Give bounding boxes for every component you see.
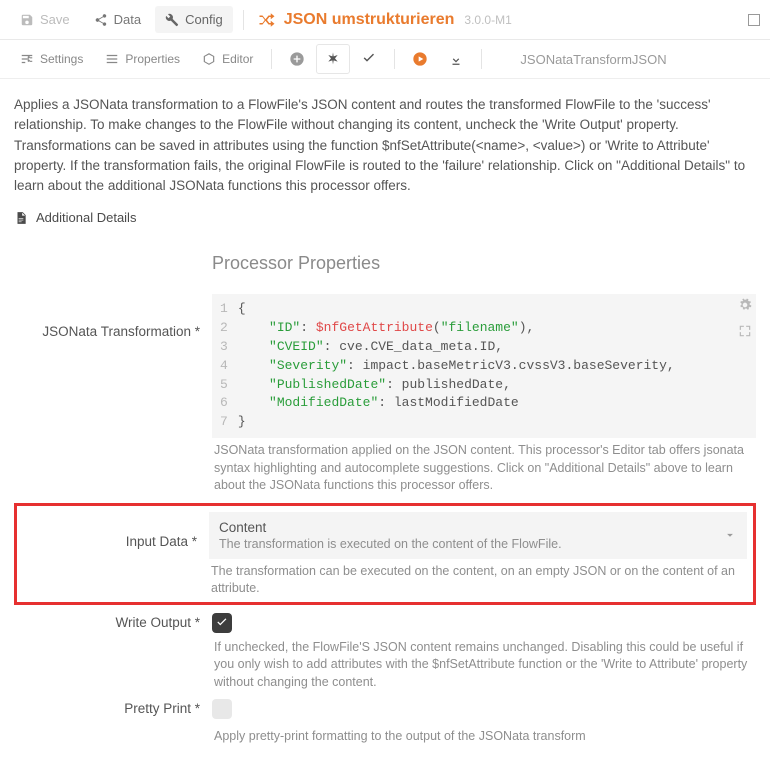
tab-properties[interactable]: Properties [95,44,190,74]
divider [243,10,244,30]
jsonata-code-input[interactable]: 1234567 { "ID": $nfGetAttribute("filenam… [212,294,756,438]
title-block: JSON umstrukturieren 3.0.0-M1 [258,11,512,29]
add-button[interactable] [280,44,314,74]
tab-editor-label: Editor [222,52,253,66]
divider [271,49,272,69]
share-icon [94,13,108,27]
check-icon [215,616,229,630]
input-data-value-desc: The transformation is executed on the co… [219,537,717,551]
write-output-help: If unchecked, the FlowFile'S JSON conten… [212,635,756,692]
tab-settings[interactable]: Settings [10,44,93,74]
gears-icon[interactable] [738,298,752,312]
chevron-down-icon [723,528,737,542]
asterisk-button[interactable] [316,44,350,74]
expand-icon[interactable] [738,324,752,338]
arrow-down-icon [449,52,463,66]
check-button[interactable] [352,44,386,74]
play-button[interactable] [403,44,437,74]
config-button[interactable]: Config [155,6,233,33]
input-data-value: Content [219,520,717,535]
document-icon [14,211,28,225]
additional-details-label: Additional Details [36,210,136,225]
save-button: Save [10,6,80,33]
section-title: Processor Properties [212,239,756,286]
step-button[interactable] [439,44,473,74]
tab-properties-label: Properties [125,52,180,66]
breadcrumb: JSONataTransformJSON [520,52,666,67]
write-output-checkbox[interactable] [212,613,232,633]
wrench-icon [165,13,179,27]
pretty-print-label: Pretty Print * [14,699,212,716]
play-circle-icon [412,51,428,67]
tab-settings-label: Settings [40,52,83,66]
asterisk-icon [325,51,341,67]
processor-description: Applies a JSONata transformation to a Fl… [0,79,770,204]
additional-details-link[interactable]: Additional Details [0,204,770,239]
save-label: Save [40,12,70,27]
jsonata-label: JSONata Transformation * [14,294,212,339]
list-icon [105,52,119,66]
save-icon [20,13,34,27]
plus-circle-icon [289,51,305,67]
data-button[interactable]: Data [84,6,151,33]
cube-icon [202,52,216,66]
maximize-icon[interactable] [748,14,760,26]
divider [481,49,482,69]
data-label: Data [114,12,141,27]
input-data-label: Input Data * [23,512,209,549]
sliders-icon [20,52,34,66]
config-label: Config [185,12,223,27]
code-content: { "ID": $nfGetAttribute("filename"), "CV… [238,300,675,432]
input-data-help: The transformation can be executed on th… [209,559,747,598]
tab-editor[interactable]: Editor [192,44,263,74]
shuffle-icon [258,11,276,29]
input-data-select[interactable]: Content The transformation is executed o… [209,512,747,559]
page-title: JSON umstrukturieren [284,11,455,29]
write-output-label: Write Output * [14,613,212,630]
version: 3.0.0-M1 [464,13,511,27]
check-icon [361,51,377,67]
divider [394,49,395,69]
line-gutter: 1234567 [212,300,238,432]
pretty-print-checkbox[interactable] [212,699,232,719]
pretty-print-help: Apply pretty-print formatting to the out… [212,724,756,746]
jsonata-help: JSONata transformation applied on the JS… [212,438,756,495]
